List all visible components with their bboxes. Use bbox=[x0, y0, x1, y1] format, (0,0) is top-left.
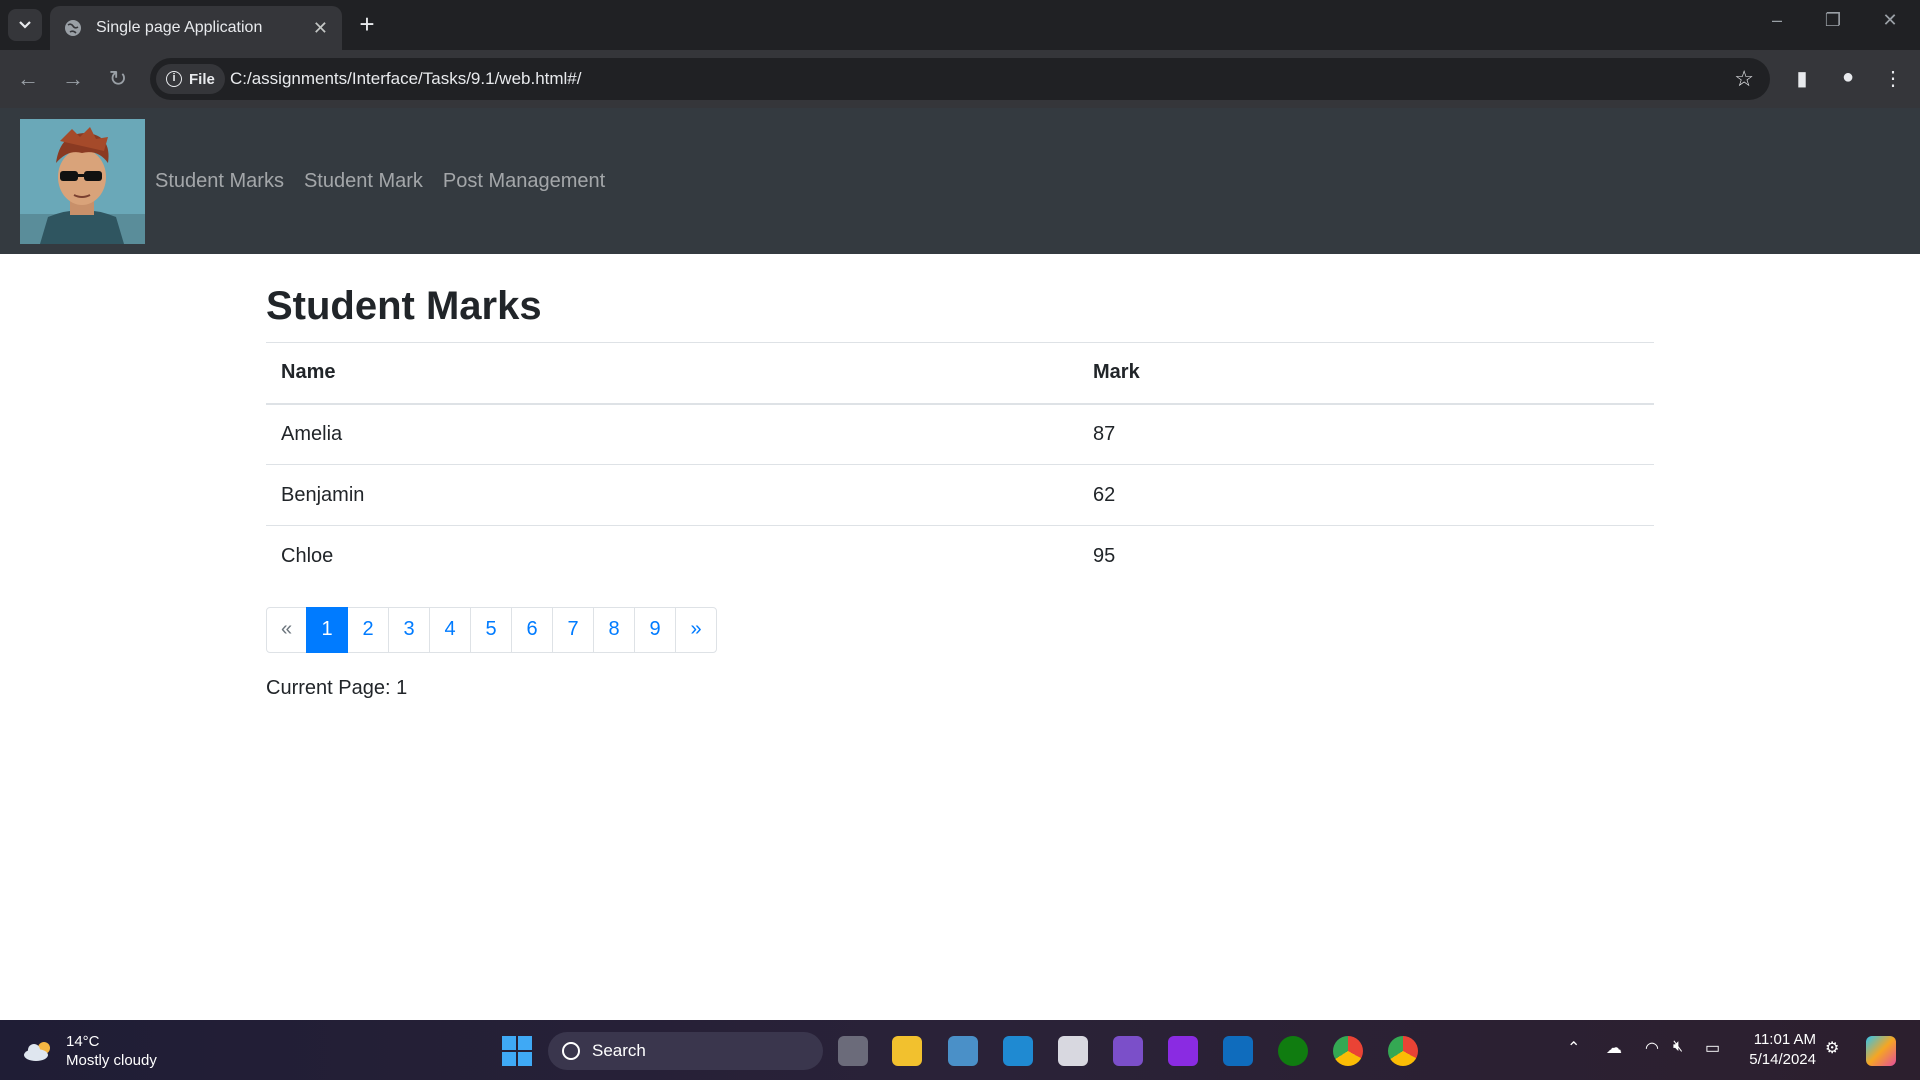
pagination: « 1 2 3 4 5 6 7 8 9 » bbox=[266, 606, 1654, 653]
chevron-down-icon bbox=[19, 21, 31, 29]
browser-tab[interactable]: Single page Application ✕ bbox=[50, 6, 342, 50]
photos-icon[interactable] bbox=[948, 1036, 978, 1066]
restore-icon[interactable]: ❐ bbox=[1813, 10, 1853, 31]
page-link-3[interactable]: 3 bbox=[388, 606, 430, 653]
avatar[interactable] bbox=[20, 119, 145, 244]
student-name-cell: Amelia bbox=[266, 403, 1078, 465]
site-info-label: File bbox=[189, 70, 215, 88]
close-window-icon[interactable]: ✕ bbox=[1870, 10, 1910, 31]
taskbar: 14°C Mostly cloudy Search ⌃ ☁ ◠ 🔇︎ ▭ 11:… bbox=[0, 1020, 1920, 1080]
new-tab-button[interactable]: + bbox=[352, 10, 382, 40]
globe-icon bbox=[65, 20, 81, 36]
volume-muted-icon[interactable]: 🔇︎ bbox=[1673, 1038, 1683, 1056]
copilot-icon[interactable] bbox=[1866, 1036, 1896, 1066]
windows-start-icon[interactable] bbox=[502, 1036, 532, 1066]
forward-arrow-icon[interactable]: → bbox=[58, 64, 88, 94]
student-mark-cell: 95 bbox=[1078, 525, 1654, 587]
browser-toolbar: ← → ↻ i File C:/assignments/Interface/Ta… bbox=[0, 50, 1920, 108]
chrome-icon[interactable] bbox=[1388, 1036, 1418, 1066]
student-name-cell: Benjamin bbox=[266, 464, 1078, 526]
settings-gear-icon[interactable]: ⚙ bbox=[1825, 1038, 1839, 1058]
nav-link-student-mark[interactable]: Student Mark bbox=[304, 170, 423, 193]
wifi-icon[interactable]: ◠ bbox=[1645, 1038, 1659, 1058]
clock-date: 5/14/2024 bbox=[1749, 1051, 1816, 1068]
onedrive-icon[interactable]: ☁ bbox=[1606, 1038, 1622, 1058]
chrome-icon[interactable] bbox=[1333, 1036, 1363, 1066]
tab-search-button[interactable] bbox=[8, 9, 42, 41]
menu-kebab-icon[interactable]: ⋮ bbox=[1880, 66, 1906, 91]
snipping-tool-icon[interactable] bbox=[1058, 1036, 1088, 1066]
reload-icon[interactable]: ↻ bbox=[103, 64, 133, 94]
page-link-5[interactable]: 5 bbox=[470, 606, 512, 653]
page-link-1[interactable]: 1 bbox=[306, 606, 348, 653]
nav-link-post-management[interactable]: Post Management bbox=[443, 170, 605, 193]
column-header-name: Name bbox=[266, 342, 1078, 405]
table-row: Benjamin 62 bbox=[266, 464, 1654, 526]
page-title: Student Marks bbox=[266, 284, 542, 328]
taskbar-search-label: Search bbox=[592, 1041, 646, 1060]
battery-icon[interactable]: ▭ bbox=[1705, 1038, 1720, 1058]
avatar-image bbox=[20, 119, 145, 244]
back-arrow-icon[interactable]: ← bbox=[13, 64, 43, 94]
page-link-4[interactable]: 4 bbox=[429, 606, 471, 653]
pagination-next[interactable]: » bbox=[675, 606, 717, 653]
nav-links: Student Marks Student Mark Post Manageme… bbox=[155, 170, 605, 193]
weather-temperature: 14°C bbox=[66, 1033, 100, 1050]
nav-link-student-marks[interactable]: Student Marks bbox=[155, 170, 284, 193]
app-purple-icon[interactable] bbox=[1168, 1036, 1198, 1066]
student-marks-table: Name Mark Amelia 87 Benjamin 62 Chloe 95 bbox=[266, 342, 1654, 587]
url-text[interactable]: C:/assignments/Interface/Tasks/9.1/web.h… bbox=[230, 69, 582, 89]
task-view-icon[interactable] bbox=[838, 1036, 868, 1066]
vscode-icon[interactable] bbox=[1003, 1036, 1033, 1066]
main-content: Student Marks Name Mark Amelia 87 Benjam… bbox=[266, 254, 1654, 700]
close-tab-icon[interactable]: ✕ bbox=[313, 18, 328, 39]
cloud-icon bbox=[24, 1042, 50, 1061]
taskbar-search[interactable]: Search bbox=[548, 1032, 823, 1070]
page-link-7[interactable]: 7 bbox=[552, 606, 594, 653]
page-link-8[interactable]: 8 bbox=[593, 606, 635, 653]
student-mark-cell: 87 bbox=[1078, 403, 1654, 465]
profile-icon[interactable]: ● bbox=[1835, 66, 1861, 89]
search-icon bbox=[562, 1042, 580, 1060]
taskbar-clock[interactable]: 11:01 AM 5/14/2024 bbox=[1740, 1030, 1816, 1070]
pagination-previous[interactable]: « bbox=[266, 606, 307, 653]
xbox-icon[interactable] bbox=[1278, 1036, 1308, 1066]
side-panel-icon[interactable]: ▮ bbox=[1789, 66, 1815, 91]
student-name-cell: Chloe bbox=[266, 525, 1078, 587]
page-link-9[interactable]: 9 bbox=[634, 606, 676, 653]
tab-title: Single page Application bbox=[96, 19, 263, 36]
browser-tab-bar: Single page Application ✕ + – ❐ ✕ bbox=[0, 0, 1920, 50]
visual-studio-icon[interactable] bbox=[1113, 1036, 1143, 1066]
student-mark-cell: 62 bbox=[1078, 464, 1654, 526]
table-header-row: Name Mark bbox=[266, 342, 1654, 405]
page-link-2[interactable]: 2 bbox=[347, 606, 389, 653]
chevron-up-icon[interactable]: ⌃ bbox=[1567, 1038, 1580, 1058]
outlook-icon[interactable] bbox=[1223, 1036, 1253, 1066]
column-header-mark: Mark bbox=[1078, 342, 1654, 405]
app-navbar: Student Marks Student Mark Post Manageme… bbox=[0, 108, 1920, 254]
minimize-icon[interactable]: – bbox=[1757, 10, 1797, 31]
site-info-chip[interactable]: i File bbox=[156, 64, 225, 94]
info-icon: i bbox=[166, 71, 182, 87]
clock-time: 11:01 AM bbox=[1753, 1031, 1816, 1048]
current-page-text: Current Page: 1 bbox=[266, 676, 408, 699]
weather-widget[interactable]: 14°C Mostly cloudy bbox=[22, 1032, 157, 1070]
page-link-6[interactable]: 6 bbox=[511, 606, 553, 653]
table-row: Chloe 95 bbox=[266, 525, 1654, 587]
address-bar[interactable]: i File C:/assignments/Interface/Tasks/9.… bbox=[150, 58, 1770, 100]
weather-description: Mostly cloudy bbox=[66, 1052, 157, 1069]
file-explorer-icon[interactable] bbox=[892, 1036, 922, 1066]
bookmark-star-icon[interactable]: ☆ bbox=[1734, 66, 1754, 92]
table-row: Amelia 87 bbox=[266, 403, 1654, 465]
